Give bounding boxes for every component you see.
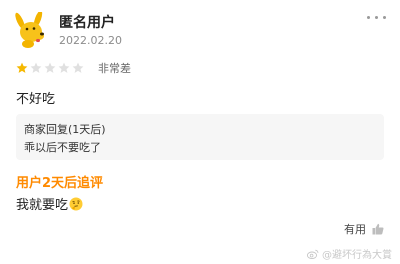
- merchant-reply: 商家回复(1天后) 乖以后不要吃了: [16, 114, 384, 160]
- merchant-reply-text: 乖以后不要吃了: [24, 141, 101, 154]
- thumbs-up-icon: [372, 223, 384, 235]
- rating-label: 非常差: [98, 62, 131, 75]
- helpful-button[interactable]: 有用: [344, 221, 384, 237]
- more-options-icon[interactable]: [367, 16, 386, 19]
- weibo-icon: [307, 249, 319, 259]
- yellow-dog-avatar-icon: [15, 12, 44, 48]
- star-empty-icon: [72, 62, 84, 73]
- review-text: 不好吃: [16, 92, 56, 107]
- followup-comment: 我就要吃: [16, 194, 83, 213]
- username[interactable]: 匿名用户: [59, 12, 115, 32]
- merchant-reply-title: 商家回复(1天后): [24, 123, 106, 136]
- review-card: 匿名用户 2022.02.20 非常差 不好吃 商家回复(1天后) 乖以后不要吃…: [0, 0, 400, 264]
- followup-label: 用户2天后追评: [16, 176, 104, 191]
- user-avatar[interactable]: [13, 12, 49, 48]
- thinking-face-icon: [69, 197, 83, 210]
- review-date: 2022.02.20: [59, 34, 122, 47]
- star-empty-icon: [58, 62, 70, 73]
- star-empty-icon: [30, 62, 42, 73]
- star-rating: 非常差: [16, 60, 131, 76]
- stars: [16, 62, 84, 74]
- star-empty-icon: [44, 62, 56, 73]
- watermark: @避坏行為大賞: [307, 246, 392, 261]
- helpful-label: 有用: [344, 223, 366, 236]
- followup-text: 我就要吃: [16, 198, 69, 213]
- star-filled-icon: [16, 62, 28, 73]
- watermark-text: @避坏行為大賞: [322, 250, 392, 261]
